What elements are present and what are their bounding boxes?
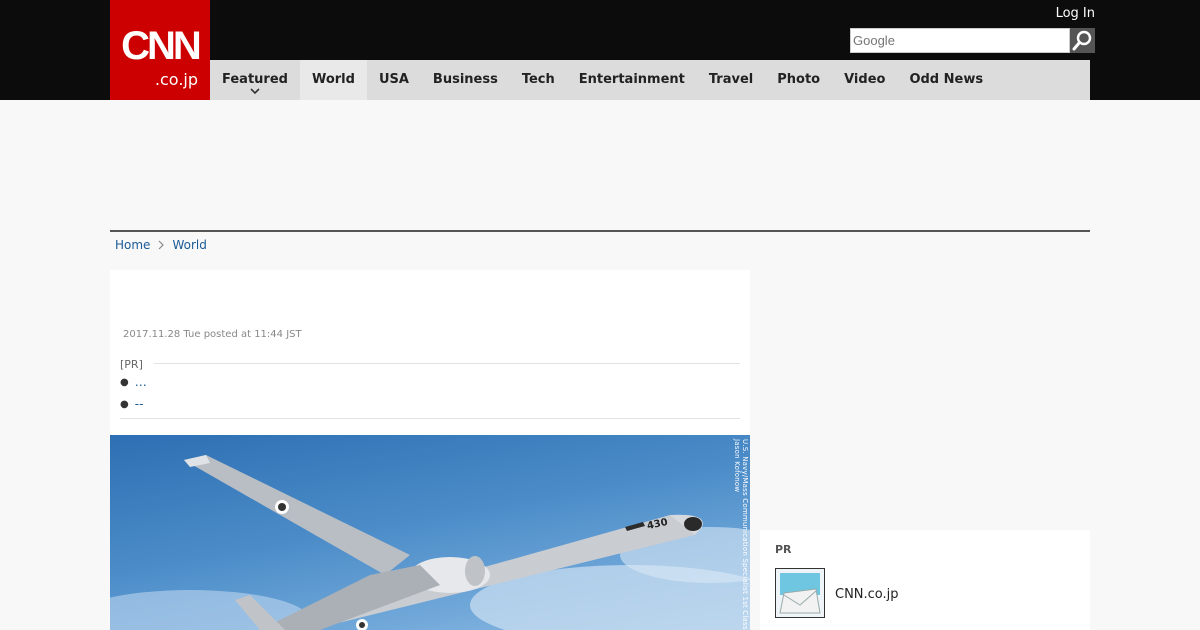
nav-label: Featured [222,72,288,87]
nav-label: Photo [777,72,821,87]
nav-label: Video [844,72,886,87]
nav-featured[interactable]: Featured [210,60,300,100]
nav-photo[interactable]: Photo [765,60,832,100]
breadcrumb-world[interactable]: World [172,238,206,252]
breadcrumb-home[interactable]: Home [115,238,150,252]
ad-banner-area [110,100,1090,230]
article-header-card: 2017.11.28 Tue posted at 11:44 JST [PR] … [110,270,750,435]
pr-link-text: -- [134,397,144,411]
nav-business[interactable]: Business [421,60,510,100]
main-nav: Featured World USA Business Tech Enterta… [210,60,1090,100]
nav-video[interactable]: Video [832,60,897,100]
chevron-right-icon [159,240,165,250]
envelope-icon [776,569,824,617]
bullet-icon: ● [120,376,129,388]
cnn-logo[interactable]: CNN .co.jp [110,0,210,100]
nav-label: Entertainment [578,72,685,87]
breadcrumb: Home World [115,238,207,252]
article-photo: 430 U.S. Navy/Mass Communication Special… [110,435,750,630]
pr-label: [PR] [120,358,143,371]
top-bar: CNN .co.jp Log In Featured World USA Bus… [0,0,1200,100]
sidebar-thumbnail[interactable] [775,568,825,618]
search-button[interactable] [1070,28,1095,53]
airplane-image [110,455,750,630]
search-icon [1072,30,1092,51]
nav-label: World [311,72,355,87]
sidebar-pr-label: PR [775,543,792,556]
login-link[interactable]: Log In [1056,6,1095,21]
nav-label: Tech [521,72,555,87]
logo-text: CNN [121,24,202,68]
nav-world[interactable]: World [299,60,367,100]
nav-label: Odd News [909,72,984,87]
nav-label: USA [378,72,409,87]
sidebar-pr-card: PR CNN.co.jp [760,530,1090,630]
pr-link-1[interactable]: ● … [120,375,147,389]
nav-entertainment[interactable]: Entertainment [567,60,697,100]
pr-link-text: … [134,375,147,389]
bullet-icon: ● [120,398,129,410]
card-divider [120,418,740,419]
nav-usa[interactable]: USA [367,60,421,100]
logo-domain: .co.jp [154,70,198,89]
photo-credit: U.S. Navy/Mass Communication Specialist … [733,439,749,630]
article-timestamp: 2017.11.28 Tue posted at 11:44 JST [123,329,302,340]
nav-odd-news[interactable]: Odd News [897,60,995,100]
sidebar-link-cnn[interactable]: CNN.co.jp [835,587,899,602]
nav-label: Business [432,72,498,87]
nav-travel[interactable]: Travel [697,60,765,100]
section-divider [110,230,1090,232]
chevron-down-icon [250,88,260,95]
pr-divider [154,363,740,364]
pr-link-2[interactable]: ● -- [120,397,143,411]
nav-label: Travel [708,72,754,87]
nav-tech[interactable]: Tech [510,60,567,100]
search-input[interactable] [850,28,1070,53]
